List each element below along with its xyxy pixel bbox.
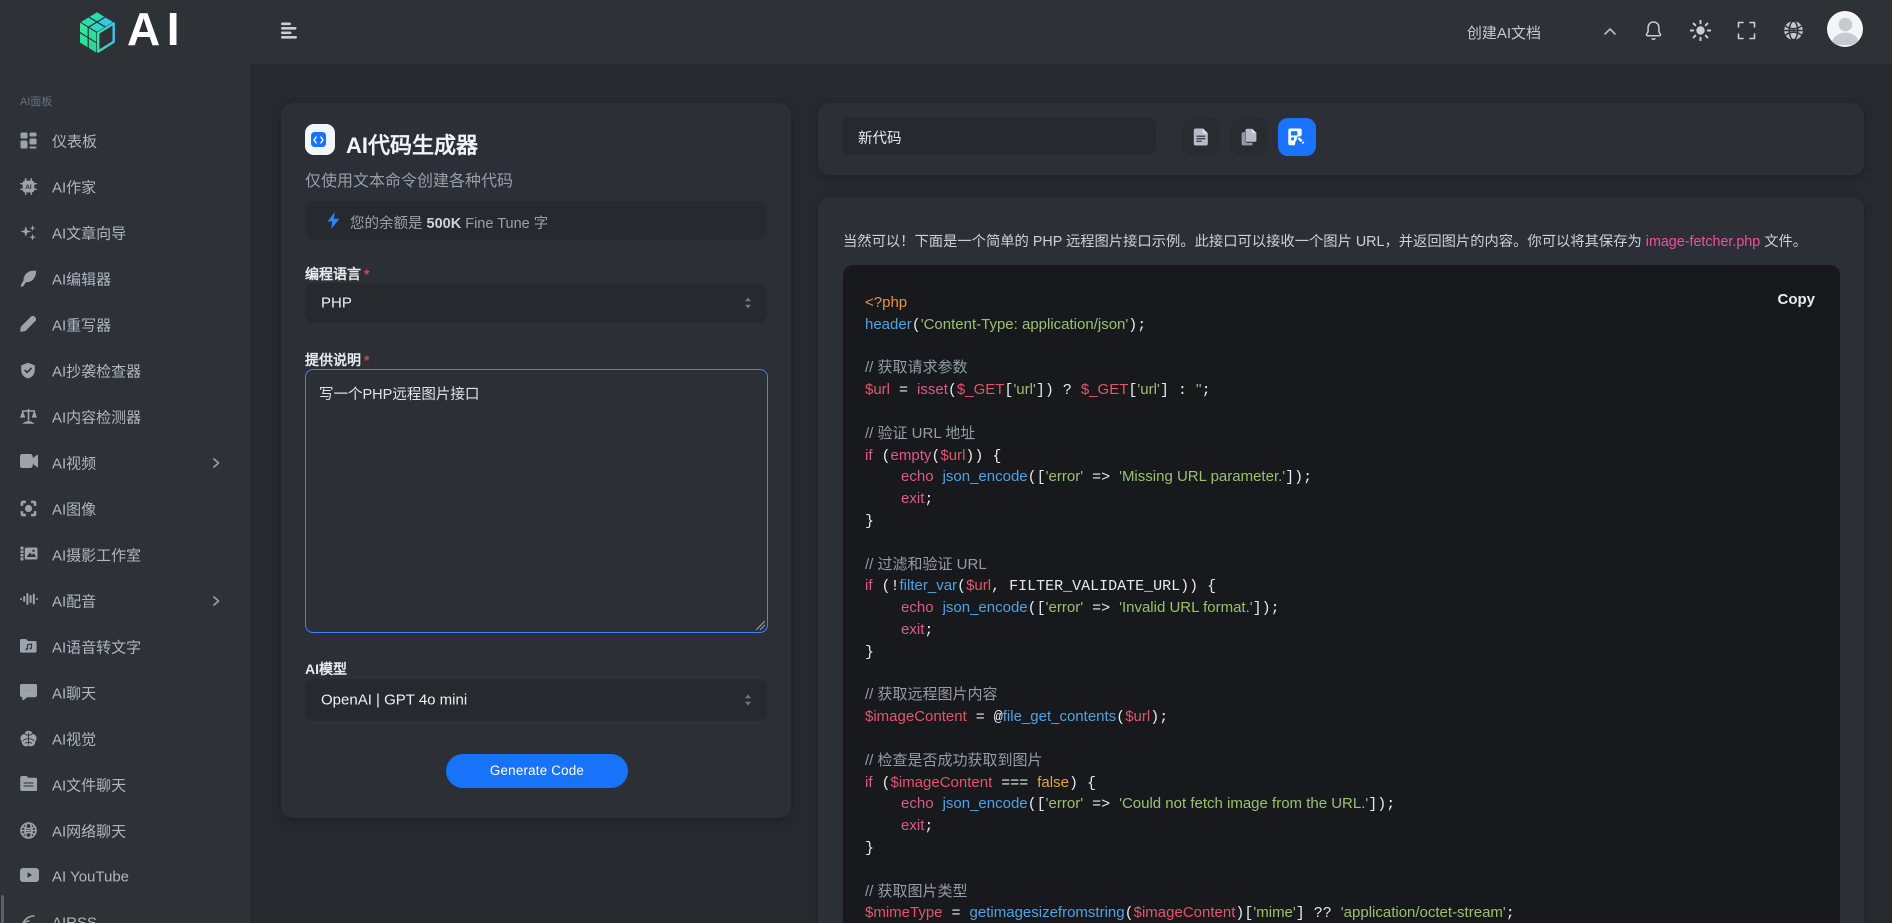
svg-text:AI: AI (25, 184, 32, 191)
